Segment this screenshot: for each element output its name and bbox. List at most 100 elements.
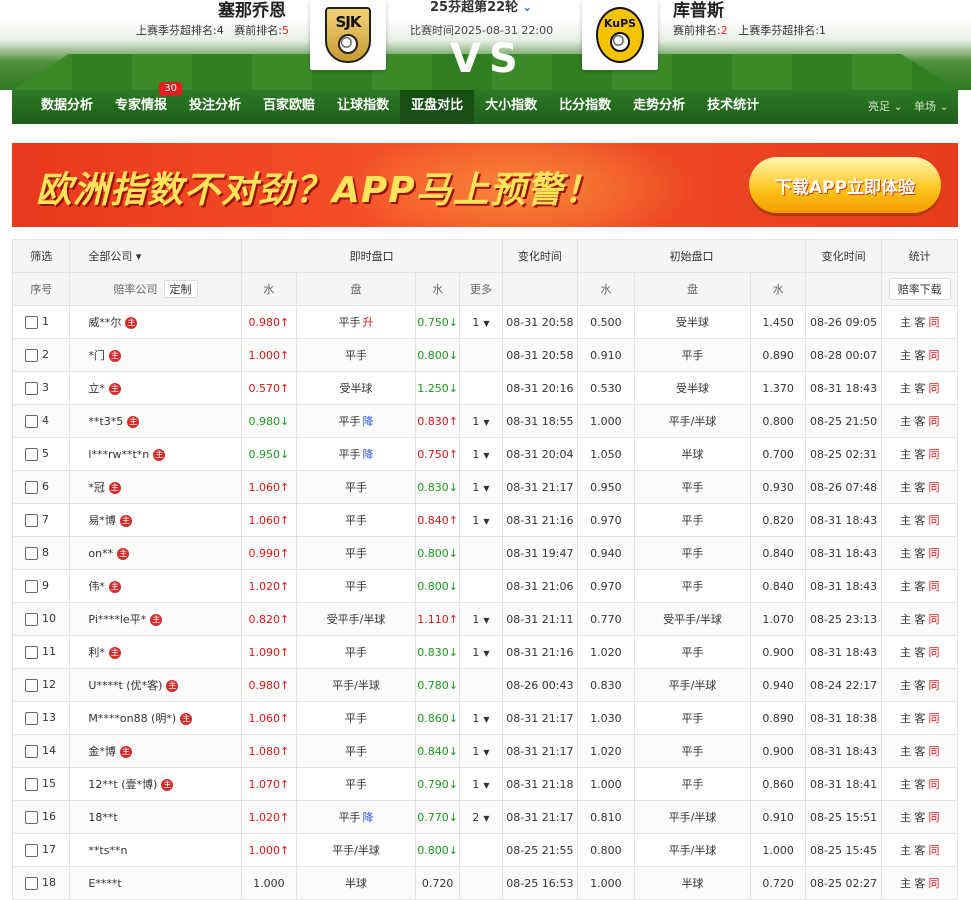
row-checkbox[interactable]	[25, 810, 38, 824]
tab-over-under[interactable]: 大小指数	[474, 90, 548, 124]
more-dropdown[interactable]: 1 ▼	[472, 415, 489, 428]
same-odds-link[interactable]: 同	[928, 745, 939, 758]
row-checkbox[interactable]	[25, 480, 38, 494]
same-odds-link[interactable]: 同	[928, 778, 939, 791]
same-odds-link[interactable]: 同	[928, 481, 939, 494]
home-away-links[interactable]: 主 客	[900, 349, 926, 362]
home-away-links[interactable]: 主 客	[900, 481, 926, 494]
company-name[interactable]: 立*	[88, 382, 105, 395]
app-promo-banner[interactable]: 欧洲指数不对劲？APP马上预警！ 下载APP立即体验	[12, 143, 958, 227]
same-odds-link[interactable]: 同	[928, 580, 939, 593]
same-odds-link[interactable]: 同	[928, 712, 939, 725]
company-filter-select[interactable]: 全部公司 ▾	[69, 239, 242, 273]
row-checkbox[interactable]	[25, 876, 38, 890]
home-away-links[interactable]: 主 客	[900, 811, 926, 824]
row-checkbox[interactable]	[25, 546, 38, 560]
same-odds-link[interactable]: 同	[928, 679, 939, 692]
home-away-links[interactable]: 主 客	[900, 712, 926, 725]
row-checkbox[interactable]	[25, 579, 38, 593]
home-away-links[interactable]: 主 客	[900, 679, 926, 692]
sport-dropdown[interactable]: 亮足 ⌄	[868, 90, 903, 124]
tab-score-index[interactable]: 比分指数	[548, 90, 622, 124]
home-away-links[interactable]: 主 客	[900, 613, 926, 626]
company-name[interactable]: 金*博	[88, 745, 116, 758]
customize-button[interactable]: 定制	[163, 280, 198, 298]
company-name[interactable]: on**	[88, 547, 113, 560]
company-name[interactable]: 易*博	[88, 514, 116, 527]
home-team-logo[interactable]: SJK	[310, 0, 386, 70]
home-away-links[interactable]: 主 客	[900, 580, 926, 593]
company-name[interactable]: *门	[88, 349, 105, 362]
tab-tech-stats[interactable]: 技术统计	[696, 90, 770, 124]
download-app-button[interactable]: 下载APP立即体验	[749, 157, 941, 213]
home-away-links[interactable]: 主 客	[900, 778, 926, 791]
same-odds-link[interactable]: 同	[928, 514, 939, 527]
more-dropdown[interactable]: 2 ▼	[472, 811, 489, 824]
company-name[interactable]: 12**t (壹*博)	[88, 778, 157, 791]
tab-betting-analysis[interactable]: 投注分析	[178, 90, 252, 124]
tab-euro-odds[interactable]: 百家欧赔	[252, 90, 326, 124]
row-checkbox[interactable]	[25, 414, 38, 428]
row-checkbox[interactable]	[25, 513, 38, 527]
company-name[interactable]: *冠	[88, 481, 105, 494]
company-name[interactable]: 伟*	[88, 580, 105, 593]
row-checkbox[interactable]	[25, 447, 38, 461]
row-checkbox[interactable]	[25, 381, 38, 395]
row-checkbox[interactable]	[25, 612, 38, 626]
same-odds-link[interactable]: 同	[928, 415, 939, 428]
company-name[interactable]: l***rw**t*n	[88, 448, 149, 461]
same-odds-link[interactable]: 同	[928, 316, 939, 329]
same-odds-link[interactable]: 同	[928, 448, 939, 461]
home-away-links[interactable]: 主 客	[900, 415, 926, 428]
odds-download-button[interactable]: 赔率下载	[888, 278, 951, 300]
more-dropdown[interactable]: 1 ▼	[472, 745, 489, 758]
row-checkbox[interactable]	[25, 777, 38, 791]
away-team-logo[interactable]: KuPS	[582, 0, 658, 70]
tab-handicap-index[interactable]: 让球指数	[326, 90, 400, 124]
row-checkbox[interactable]	[25, 348, 38, 362]
home-away-links[interactable]: 主 客	[900, 745, 926, 758]
row-checkbox[interactable]	[25, 315, 38, 329]
same-odds-link[interactable]: 同	[928, 844, 939, 857]
home-away-links[interactable]: 主 客	[900, 547, 926, 560]
home-away-links[interactable]: 主 客	[900, 316, 926, 329]
single-match-dropdown[interactable]: 单场 ⌄	[914, 90, 949, 124]
more-dropdown[interactable]: 1 ▼	[472, 448, 489, 461]
more-dropdown[interactable]: 1 ▼	[472, 712, 489, 725]
company-name[interactable]: **t3*5	[88, 415, 123, 428]
tab-asian-handicap[interactable]: 亚盘对比	[400, 90, 475, 124]
company-name[interactable]: 18**t	[88, 811, 117, 824]
more-dropdown[interactable]: 1 ▼	[472, 778, 489, 791]
row-checkbox[interactable]	[25, 645, 38, 659]
same-odds-link[interactable]: 同	[928, 547, 939, 560]
more-dropdown[interactable]: 1 ▼	[472, 613, 489, 626]
same-odds-link[interactable]: 同	[928, 877, 939, 890]
company-name[interactable]: 利*	[88, 646, 105, 659]
more-dropdown[interactable]: 1 ▼	[472, 514, 489, 527]
away-team-name[interactable]: 库普斯	[673, 0, 724, 21]
same-odds-link[interactable]: 同	[928, 811, 939, 824]
row-checkbox[interactable]	[25, 843, 38, 857]
row-checkbox[interactable]	[25, 744, 38, 758]
company-name[interactable]: M****on88 (明*)	[88, 712, 176, 725]
tab-expert-intel[interactable]: 专家情报 30	[104, 82, 183, 124]
home-away-links[interactable]: 主 客	[900, 877, 926, 890]
home-away-links[interactable]: 主 客	[900, 448, 926, 461]
company-name[interactable]: Pi****le平*	[88, 613, 146, 626]
home-away-links[interactable]: 主 客	[900, 646, 926, 659]
company-name[interactable]: 威**尔	[88, 316, 121, 329]
row-checkbox[interactable]	[25, 678, 38, 692]
home-team-name[interactable]: 塞那乔恩	[218, 0, 286, 21]
company-name[interactable]: **ts**n	[88, 844, 127, 857]
same-odds-link[interactable]: 同	[928, 646, 939, 659]
tab-trend-analysis[interactable]: 走势分析	[622, 90, 696, 124]
home-away-links[interactable]: 主 客	[900, 844, 926, 857]
more-dropdown[interactable]: 1 ▼	[472, 646, 489, 659]
company-name[interactable]: U****t (优*客)	[88, 679, 162, 692]
tab-data-analysis[interactable]: 数据分析	[30, 90, 104, 124]
company-name[interactable]: E****t	[88, 877, 121, 890]
same-odds-link[interactable]: 同	[928, 382, 939, 395]
home-away-links[interactable]: 主 客	[900, 514, 926, 527]
more-dropdown[interactable]: 1 ▼	[472, 316, 489, 329]
same-odds-link[interactable]: 同	[928, 349, 939, 362]
